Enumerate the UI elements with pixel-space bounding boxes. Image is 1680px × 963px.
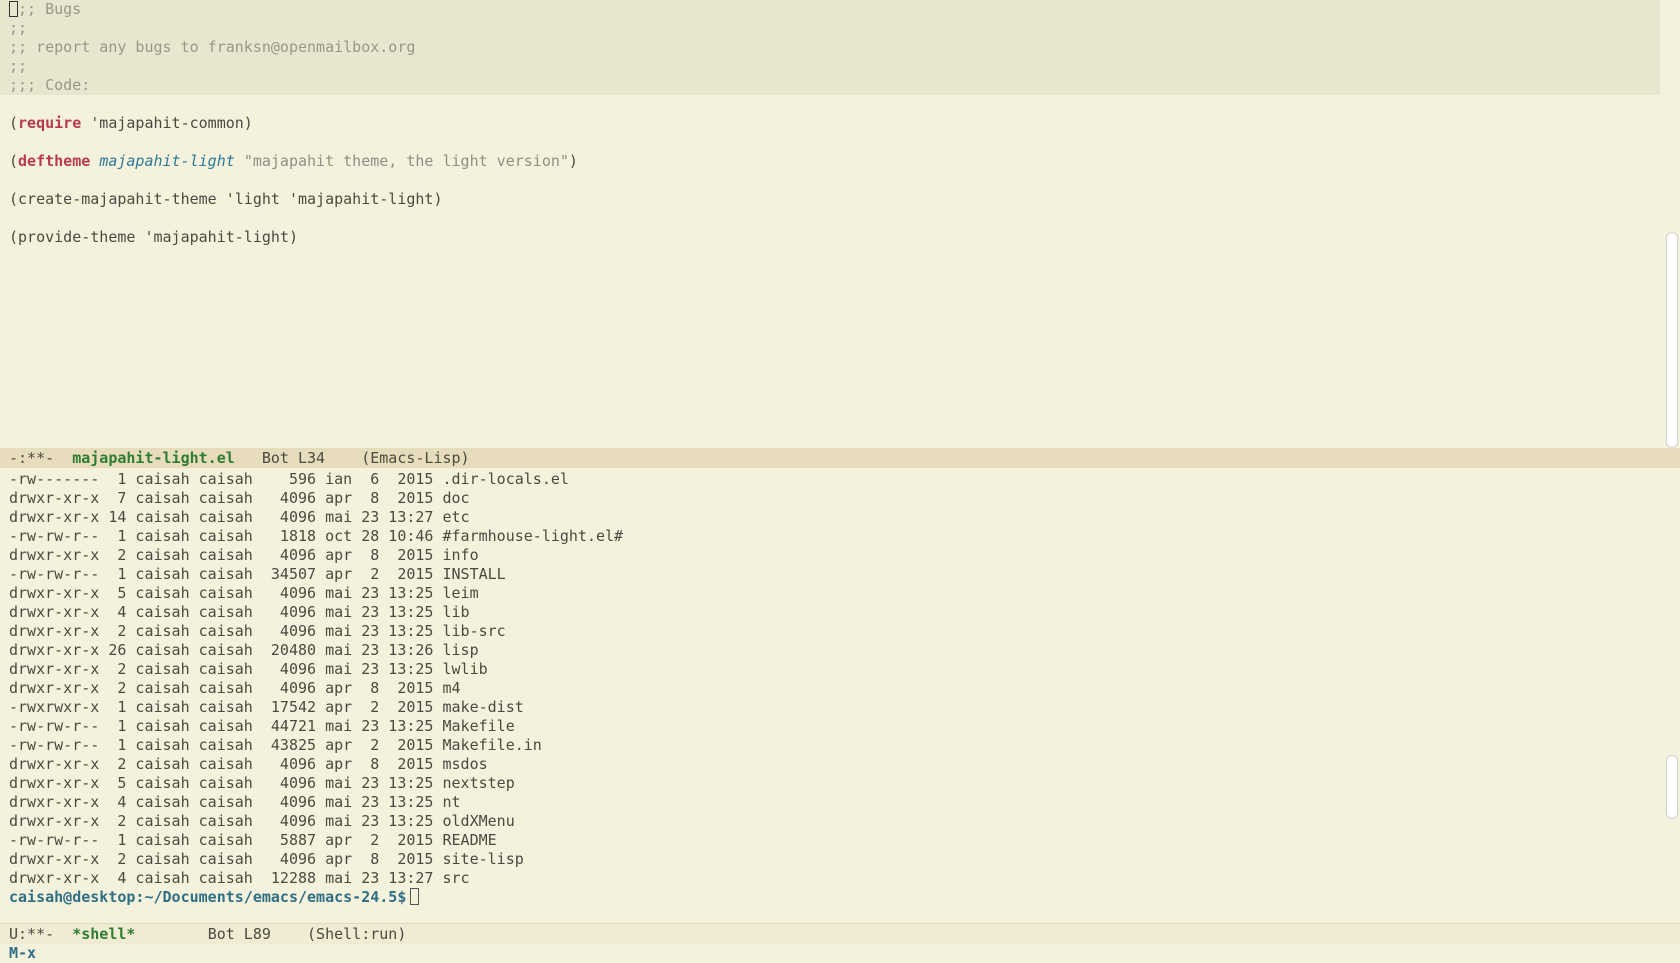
modeline-position: Bot L34 (261, 449, 326, 467)
listing-row: -rw-rw-r-- 1 caisah caisah 1818 oct 28 1… (9, 527, 624, 545)
comment-line: ;; (9, 19, 28, 37)
theme-name: majapahit-light (99, 152, 235, 170)
shell-prompt: caisah@desktop:~/Documents/emacs/emacs-2… (9, 888, 407, 906)
modeline-mode[interactable]: (Shell:run) (307, 925, 406, 943)
modeline-shell: U:**- *shell* Bot L89 (Shell:run) (0, 923, 1680, 944)
listing-row: drwxr-xr-x 5 caisah caisah 4096 mai 23 1… (9, 774, 515, 792)
modeline-mode[interactable]: (Emacs-Lisp) (361, 449, 469, 467)
deftheme-form: (deftheme majapahit-light "majapahit the… (0, 152, 1660, 171)
listing-row: drwxr-xr-x 4 caisah caisah 12288 mai 23 … (9, 869, 470, 887)
shell-buffer[interactable]: -rw------- 1 caisah caisah 596 ian 6 201… (0, 470, 1660, 923)
listing-row: drwxr-xr-x 4 caisah caisah 4096 mai 23 1… (9, 793, 461, 811)
listing-row: -rw-rw-r-- 1 caisah caisah 5887 apr 2 20… (9, 831, 497, 849)
listing-row: drwxr-xr-x 2 caisah caisah 4096 apr 8 20… (9, 850, 524, 868)
code-scrollbar-thumb[interactable] (1666, 232, 1678, 448)
listing-row: -rw-rw-r-- 1 caisah caisah 34507 apr 2 2… (9, 565, 506, 583)
modeline-status: -:**- (9, 449, 55, 467)
listing-row: drwxr-xr-x 7 caisah caisah 4096 apr 8 20… (9, 489, 470, 507)
listing-row: drwxr-xr-x 2 caisah caisah 4096 apr 8 20… (9, 546, 479, 564)
listing-row: drwxr-xr-x 4 caisah caisah 4096 mai 23 1… (9, 603, 470, 621)
listing-row: drwxr-xr-x 2 caisah caisah 4096 apr 8 20… (9, 755, 488, 773)
listing-row: -rw-rw-r-- 1 caisah caisah 44721 mai 23 … (9, 717, 515, 735)
provide-theme-form: (provide-theme 'majapahit-light) (9, 228, 298, 246)
listing-row: drwxr-xr-x 2 caisah caisah 4096 mai 23 1… (9, 812, 515, 830)
require-form: (require 'majapahit-common) (0, 114, 1660, 133)
listing-row: drwxr-xr-x 2 caisah caisah 4096 mai 23 1… (9, 660, 488, 678)
comment-line: ;; report any bugs to franksn@openmailbo… (9, 38, 416, 56)
text-cursor (9, 1, 18, 17)
comment-line: ;; (9, 57, 28, 75)
listing-row: drwxr-xr-x 5 caisah caisah 4096 mai 23 1… (9, 584, 479, 602)
shell-cursor (410, 888, 420, 905)
code-buffer[interactable]: ;; Bugs ;; ;; report any bugs to franksn… (0, 0, 1660, 448)
listing-row: drwxr-xr-x 14 caisah caisah 4096 mai 23 … (9, 508, 470, 526)
directory-listing: -rw------- 1 caisah caisah 596 ian 6 201… (0, 470, 1660, 888)
listing-row: -rw------- 1 caisah caisah 596 ian 6 201… (9, 470, 569, 488)
listing-row: -rw-rw-r-- 1 caisah caisah 43825 apr 2 2… (9, 736, 542, 754)
listing-row: -rwxrwxr-x 1 caisah caisah 17542 apr 2 2… (9, 698, 524, 716)
listing-row: drwxr-xr-x 2 caisah caisah 4096 apr 8 20… (9, 679, 461, 697)
comment-bugs: ;; Bugs (18, 0, 82, 18)
paren: ( (9, 114, 19, 132)
require-args: 'majapahit-common) (81, 114, 253, 132)
shell-scrollbar[interactable] (1660, 470, 1680, 923)
create-theme-form: (create-majapahit-theme 'light 'majapahi… (9, 190, 443, 208)
modeline-buffer-name[interactable]: majapahit-light.el (72, 449, 235, 467)
modeline-code: -:**- majapahit-light.el Bot L34 (Emacs-… (0, 448, 1680, 468)
paren: ) (568, 152, 578, 170)
theme-docstring: "majapahit theme, the light version" (243, 152, 569, 170)
shell-prompt-line[interactable]: caisah@desktop:~/Documents/emacs/emacs-2… (0, 888, 1660, 907)
deftheme-keyword: deftheme (18, 152, 91, 170)
listing-row: drwxr-xr-x 26 caisah caisah 20480 mai 23… (9, 641, 479, 659)
comment-line: ;; Bugs (0, 0, 1660, 19)
modeline-position: Bot L89 (207, 925, 271, 943)
code-scrollbar[interactable] (1660, 0, 1680, 448)
modeline-status: U:**- (9, 925, 55, 943)
paren: ( (9, 152, 19, 170)
require-keyword: require (18, 114, 82, 132)
modeline-buffer-name[interactable]: *shell* (72, 925, 135, 943)
shell-scrollbar-thumb[interactable] (1666, 755, 1678, 819)
comment-block: ;; Bugs ;; ;; report any bugs to franksn… (0, 0, 1660, 95)
emacs-frame: ;; Bugs ;; ;; report any bugs to franksn… (0, 0, 1680, 963)
minibuffer[interactable]: M-x (0, 944, 1669, 963)
comment-line: ;;; Code: (9, 76, 91, 94)
listing-row: drwxr-xr-x 2 caisah caisah 4096 mai 23 1… (9, 622, 506, 640)
